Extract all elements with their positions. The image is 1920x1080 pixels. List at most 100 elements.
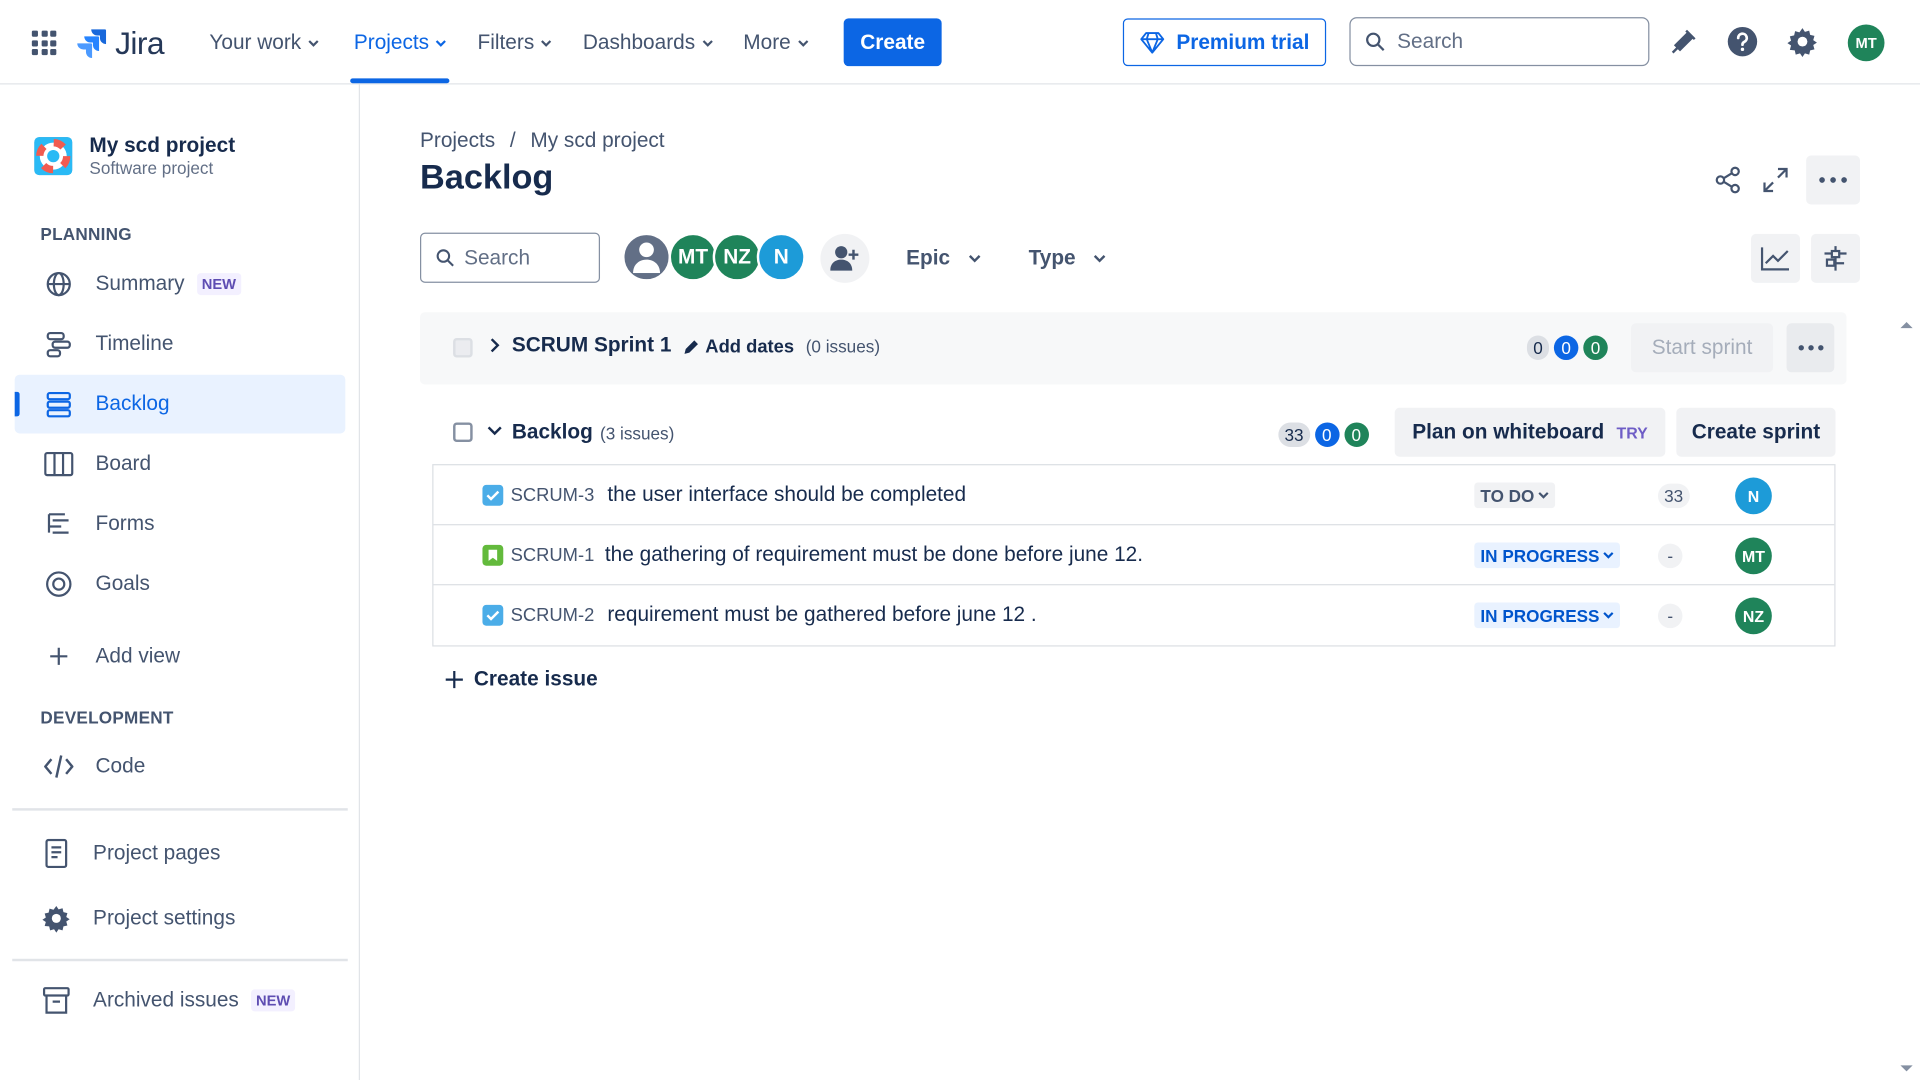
project-sidebar: My scd project Software project PLANNING… xyxy=(0,84,361,1080)
collapse-chevron-down-icon[interactable] xyxy=(486,425,503,437)
chevron-down-icon xyxy=(1094,255,1106,263)
nav-dashboards-label: Dashboards xyxy=(582,30,696,54)
share-icon[interactable] xyxy=(1711,163,1745,197)
plus-icon xyxy=(44,642,73,671)
done-count-badge: 0 xyxy=(1583,335,1608,361)
sidebar-item-goals[interactable]: Goals xyxy=(15,555,346,614)
people-filter-avatar[interactable]: MT xyxy=(668,232,718,282)
project-header[interactable]: My scd project Software project xyxy=(34,133,235,178)
nav-more[interactable]: More xyxy=(743,29,809,56)
people-filter-avatar[interactable]: N xyxy=(756,232,806,282)
pencil-icon xyxy=(684,339,698,354)
sidebar-item-backlog-label: Backlog xyxy=(95,391,170,416)
user-avatar[interactable]: MT xyxy=(1847,24,1885,62)
issue-key[interactable]: SCRUM-3 xyxy=(511,485,595,506)
timeline-icon xyxy=(44,329,73,358)
issue-key[interactable]: SCRUM-2 xyxy=(511,605,595,626)
issue-row[interactable]: SCRUM-2 requirement must be gathered bef… xyxy=(433,585,1834,645)
nav-filters-label: Filters xyxy=(477,30,535,54)
chevron-down-icon xyxy=(436,40,447,47)
create-issue-button[interactable]: Create issue xyxy=(444,667,598,691)
try-lozenge: TRY xyxy=(1616,423,1648,442)
status-dropdown[interactable]: IN PROGRESS xyxy=(1474,602,1621,629)
forms-icon xyxy=(44,509,73,538)
sidebar-item-add-view-label: Add view xyxy=(95,644,180,668)
backlog-status-counts: 33 0 0 xyxy=(1278,422,1369,447)
archive-icon xyxy=(42,986,71,1015)
jira-logo[interactable]: Jira xyxy=(76,24,165,61)
task-type-icon xyxy=(482,604,504,626)
plan-on-whiteboard-button[interactable]: Plan on whiteboard TRY xyxy=(1394,407,1666,457)
expand-chevron-right-icon[interactable] xyxy=(489,337,501,354)
settings-gear-icon[interactable] xyxy=(1785,24,1819,58)
insights-button[interactable] xyxy=(1751,233,1801,283)
nav-projects[interactable]: Projects xyxy=(354,29,448,56)
backlog-search-input[interactable]: Search xyxy=(420,232,601,283)
page-scrollbar[interactable] xyxy=(1896,313,1918,1080)
issue-key[interactable]: SCRUM-1 xyxy=(511,545,595,566)
help-icon[interactable] xyxy=(1725,24,1759,58)
backlog-icon xyxy=(44,389,73,418)
epic-filter-dropdown[interactable]: Epic xyxy=(906,246,982,270)
nav-filters[interactable]: Filters xyxy=(478,29,553,56)
story-points-badge[interactable]: - xyxy=(1657,603,1683,629)
sidebar-item-forms[interactable]: Forms xyxy=(15,495,346,554)
premium-trial-button[interactable]: Premium trial xyxy=(1122,18,1327,67)
view-settings-button[interactable] xyxy=(1811,233,1861,283)
people-filter-unassigned-avatar[interactable] xyxy=(622,232,672,282)
breadcrumb: Projects / My scd project xyxy=(420,129,665,153)
breadcrumb-separator: / xyxy=(509,128,516,152)
story-points-badge[interactable]: - xyxy=(1657,543,1683,569)
assignee-avatar[interactable]: NZ xyxy=(1735,597,1772,635)
backlog-checkbox[interactable] xyxy=(453,422,473,443)
people-filter-avatar[interactable]: NZ xyxy=(712,232,762,282)
assignee-avatar[interactable]: N xyxy=(1735,477,1772,515)
app-switcher-icon[interactable] xyxy=(31,30,57,56)
breadcrumb-project[interactable]: My scd project xyxy=(530,129,664,153)
assignee-avatar[interactable]: MT xyxy=(1735,537,1772,575)
development-section-label: DEVELOPMENT xyxy=(40,707,174,728)
global-search-input[interactable]: Search xyxy=(1349,17,1650,67)
notifications-icon[interactable] xyxy=(1667,24,1701,58)
start-sprint-button[interactable]: Start sprint xyxy=(1631,323,1774,373)
diamond-icon xyxy=(1139,31,1164,53)
project-name: My scd project xyxy=(89,133,236,157)
sprint-checkbox[interactable] xyxy=(453,337,473,358)
nav-dashboards[interactable]: Dashboards xyxy=(583,29,714,56)
sidebar-item-project-settings[interactable]: Project settings xyxy=(15,889,346,948)
nav-your-work[interactable]: Your work xyxy=(209,29,319,56)
create-sprint-button[interactable]: Create sprint xyxy=(1676,407,1836,457)
add-people-button[interactable] xyxy=(820,233,870,283)
code-icon xyxy=(44,752,74,781)
issue-row[interactable]: SCRUM-1 the gathering of requirement mus… xyxy=(433,525,1835,586)
more-actions-button[interactable] xyxy=(1806,155,1861,205)
plan-on-whiteboard-label: Plan on whiteboard xyxy=(1412,420,1605,444)
status-dropdown[interactable]: IN PROGRESS xyxy=(1474,542,1621,569)
type-filter-dropdown[interactable]: Type xyxy=(1029,246,1108,270)
breadcrumb-projects[interactable]: Projects xyxy=(420,129,495,153)
sidebar-divider xyxy=(12,808,348,811)
sidebar-item-project-pages[interactable]: Project pages xyxy=(15,824,346,883)
sidebar-item-board-label: Board xyxy=(95,451,152,476)
issue-row[interactable]: SCRUM-3 the user interface should be com… xyxy=(433,465,1835,526)
target-icon xyxy=(44,569,73,598)
planning-section-label: PLANNING xyxy=(40,224,132,244)
create-button[interactable]: Create xyxy=(843,18,942,67)
chart-trend-icon xyxy=(1760,247,1789,271)
story-points-badge[interactable]: 33 xyxy=(1657,483,1690,509)
issue-list: SCRUM-3 the user interface should be com… xyxy=(432,464,1836,647)
sprint-more-button[interactable] xyxy=(1786,323,1835,373)
sidebar-item-summary[interactable]: Summary NEW xyxy=(15,255,346,314)
sidebar-item-board[interactable]: Board xyxy=(15,435,346,494)
sidebar-item-archived-issues[interactable]: Archived issues NEW xyxy=(15,971,346,1030)
search-icon xyxy=(436,249,454,267)
sidebar-item-code[interactable]: Code xyxy=(15,737,346,796)
sidebar-item-backlog[interactable]: Backlog xyxy=(14,374,346,434)
sidebar-item-add-view[interactable]: Add view xyxy=(15,627,346,686)
add-dates-button[interactable]: Add dates xyxy=(682,337,794,358)
more-dots-icon xyxy=(1797,345,1823,351)
sidebar-item-goals-label: Goals xyxy=(95,571,150,596)
fullscreen-icon[interactable] xyxy=(1758,163,1792,197)
status-dropdown[interactable]: TO DO xyxy=(1474,482,1556,509)
sidebar-item-timeline[interactable]: Timeline xyxy=(15,315,346,374)
